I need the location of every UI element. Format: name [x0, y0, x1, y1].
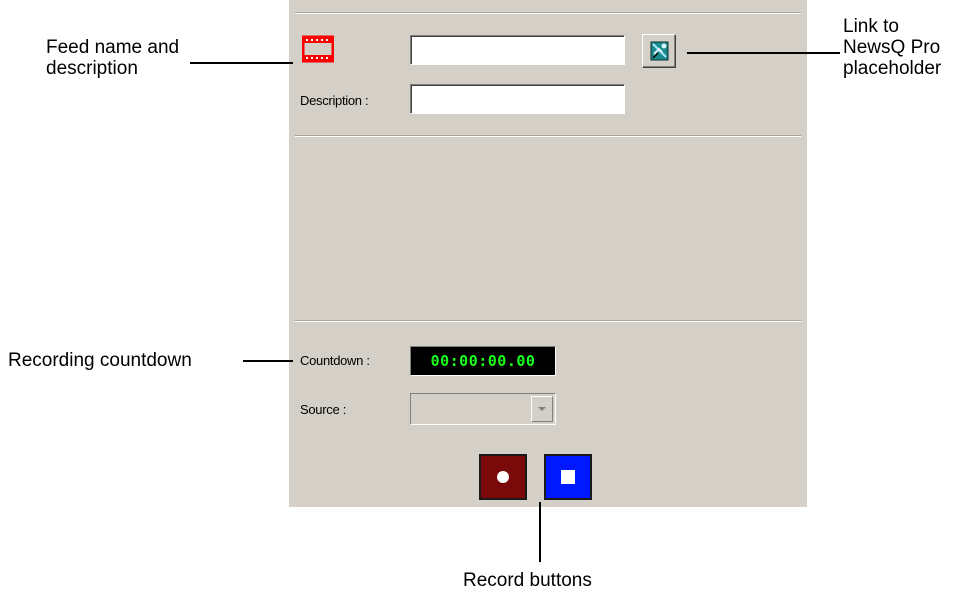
stop-button[interactable]	[544, 454, 592, 500]
feed-name-callout: Feed name and description	[46, 37, 180, 79]
feed-panel: Description : Countdown : 00:00:00.00 So…	[289, 0, 807, 507]
feed-name-leader	[190, 62, 293, 64]
link-callout: Link to NewsQ Pro placeholder	[843, 16, 942, 79]
film-strip-icon	[302, 35, 334, 63]
source-dropdown-button[interactable]	[531, 396, 553, 422]
countdown-leader	[243, 360, 293, 362]
link-leader	[687, 52, 840, 54]
newsq-pro-link-button[interactable]	[642, 34, 676, 68]
stop-icon	[561, 470, 575, 484]
countdown-display: 00:00:00.00	[410, 346, 556, 376]
description-label: Description :	[300, 93, 369, 108]
bottom-separator	[295, 320, 801, 322]
record-buttons-callout: Record buttons	[463, 570, 592, 591]
record-button[interactable]	[479, 454, 527, 500]
countdown-callout: Recording countdown	[8, 350, 192, 371]
top-separator	[295, 12, 801, 14]
newsq-pro-link-icon	[650, 41, 669, 61]
description-input[interactable]	[410, 84, 625, 114]
source-dropdown[interactable]	[410, 393, 556, 425]
middle-separator	[295, 135, 801, 137]
source-label: Source :	[300, 402, 347, 417]
record-icon	[497, 471, 509, 483]
chevron-down-icon	[538, 407, 546, 411]
record-buttons-leader	[539, 502, 541, 562]
countdown-label: Countdown :	[300, 353, 370, 368]
feed-name-input[interactable]	[410, 35, 625, 65]
